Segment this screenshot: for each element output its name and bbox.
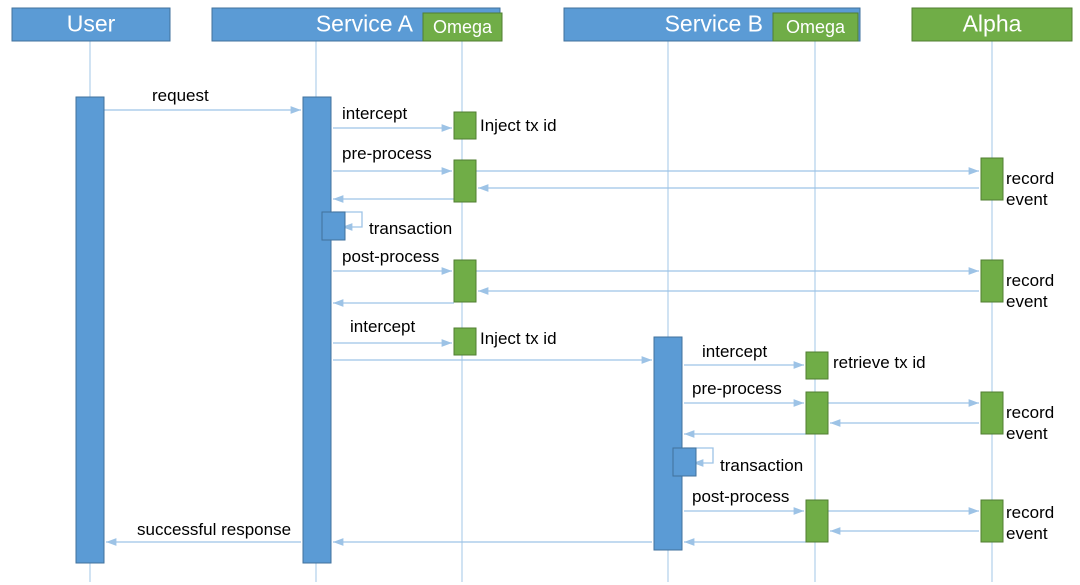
notes-layer: Inject tx id Inject tx id retrieve tx id re…	[480, 116, 1054, 543]
note-record-event-4b: event	[1006, 524, 1048, 543]
sequence-diagram-svg: User Service A Omega Service B Omega Alpha re…	[11, 7, 1073, 582]
msg-intercept-a-1-label: intercept	[342, 104, 407, 123]
msg-postprocess-a-label: post-process	[342, 247, 439, 266]
act-service-b	[653, 336, 683, 551]
act-omega-a-intercept-2	[453, 327, 477, 356]
act-alpha-4	[980, 499, 1004, 543]
note-record-event-3: record	[1006, 403, 1054, 422]
labels-layer: request intercept pre-process transaction po…	[137, 86, 803, 539]
msg-transaction-b-label: transaction	[720, 456, 803, 475]
act-service-a-transaction	[321, 211, 346, 241]
note-retrieve-tx-id: retrieve tx id	[833, 353, 926, 372]
note-record-event-2b: event	[1006, 292, 1048, 311]
note-record-event-4: record	[1006, 503, 1054, 522]
msg-preprocess-a-label: pre-process	[342, 144, 432, 163]
act-alpha-3	[980, 391, 1004, 435]
act-alpha-2	[980, 259, 1004, 303]
msg-preprocess-b-label: pre-process	[692, 379, 782, 398]
sequence-diagram-canvas: User Service A Omega Service B Omega Alpha re…	[0, 0, 1080, 585]
msg-successful-response-label: successful response	[137, 520, 291, 539]
act-omega-a-preprocess	[453, 159, 477, 203]
agent-label-omega_b: Omega	[786, 17, 846, 37]
participant-label-service_a: Service A	[316, 11, 414, 37]
act-user	[75, 96, 105, 564]
act-service-a	[302, 96, 332, 564]
note-record-event-1b: event	[1006, 190, 1048, 209]
act-alpha-1	[980, 157, 1004, 201]
note-inject-tx-id-a: Inject tx id	[480, 116, 557, 135]
participant-label-user: User	[67, 11, 116, 37]
headers-layer: User Service A Omega Service B Omega Alpha	[11, 7, 1073, 42]
act-service-b-transaction	[672, 447, 697, 477]
agent-label-omega_a: Omega	[433, 17, 493, 37]
note-record-event-2: record	[1006, 271, 1054, 290]
msg-intercept-a-2-label: intercept	[350, 317, 415, 336]
participant-label-alpha: Alpha	[963, 11, 1022, 37]
msg-intercept-b-label: intercept	[702, 342, 767, 361]
msg-request-label: request	[152, 86, 209, 105]
note-record-event-1: record	[1006, 169, 1054, 188]
act-omega-b-preprocess	[805, 391, 829, 435]
messages-layer	[104, 106, 979, 546]
note-inject-tx-id-b: Inject tx id	[480, 329, 557, 348]
msg-postprocess-b-label: post-process	[692, 487, 789, 506]
act-omega-b-intercept	[805, 351, 829, 380]
participant-label-service_b: Service B	[665, 11, 763, 37]
act-omega-a-postprocess	[453, 259, 477, 303]
note-record-event-3b: event	[1006, 424, 1048, 443]
msg-transaction-a-label: transaction	[369, 219, 452, 238]
act-omega-b-postprocess	[805, 499, 829, 543]
act-omega-a-intercept-1	[453, 111, 477, 140]
